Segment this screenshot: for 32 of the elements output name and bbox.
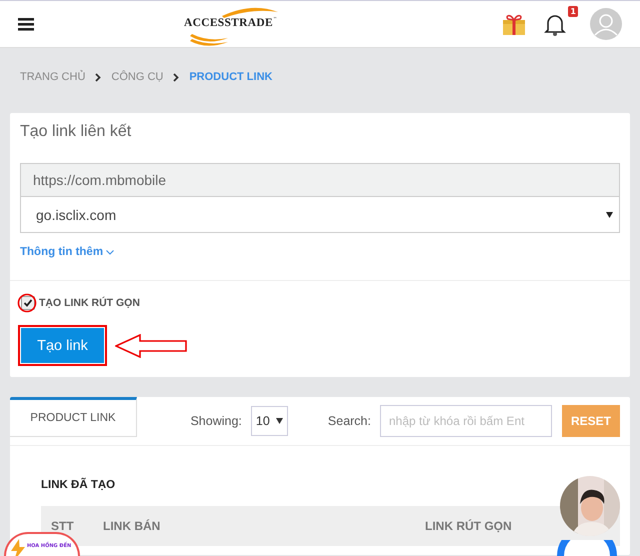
chat-button[interactable]	[557, 540, 617, 556]
notification-badge: 1	[568, 6, 578, 17]
logo-text[interactable]: ACCESSTRADE	[184, 17, 273, 29]
checkbox-label: TẠO LINK RÚT GỌN	[39, 297, 140, 309]
tab[interactable]: PRODUCT LINK	[10, 397, 137, 437]
breadcrumb-link[interactable]: CÔNG CỤ	[111, 71, 164, 83]
breadcrumb-link[interactable]: PRODUCT LINK	[189, 71, 272, 83]
chevron-down-icon	[106, 250, 114, 254]
caret-icon	[276, 418, 283, 424]
menu-icon[interactable]	[18, 18, 34, 30]
caret-icon	[606, 212, 613, 218]
bell-icon[interactable]	[544, 12, 566, 36]
more-info-link[interactable]: Thông tin thêm	[20, 246, 104, 258]
pointer-arrow	[115, 334, 187, 358]
page-size-select[interactable]: 10	[250, 406, 288, 436]
create-link-button[interactable]: Tạo link	[21, 328, 104, 363]
url-field[interactable]: https://com.mbmobile	[20, 163, 620, 197]
search-field[interactable]: nhập từ khóa rồi bấm Ent	[380, 405, 552, 437]
form-title: Tạo link liên kết	[20, 123, 132, 142]
chevron-right-icon	[173, 72, 180, 82]
breadcrumb-link[interactable]: TRANG CHỦ	[20, 71, 86, 83]
search-label: Search:	[328, 414, 371, 428]
gift-icon[interactable]	[502, 12, 526, 36]
chevron-right-icon	[95, 72, 102, 82]
column-header: STT	[51, 519, 75, 533]
section-title: LINK ĐÃ TẠO	[41, 479, 116, 491]
lightning-icon	[10, 539, 26, 556]
domain-select[interactable]: go.isclix.com	[20, 197, 620, 233]
highlight-circle	[17, 293, 37, 313]
column-header: LINK RÚT GỌN	[425, 519, 512, 533]
showing-label: Showing:	[190, 414, 242, 428]
column-header: LINK BÁN	[103, 519, 162, 533]
